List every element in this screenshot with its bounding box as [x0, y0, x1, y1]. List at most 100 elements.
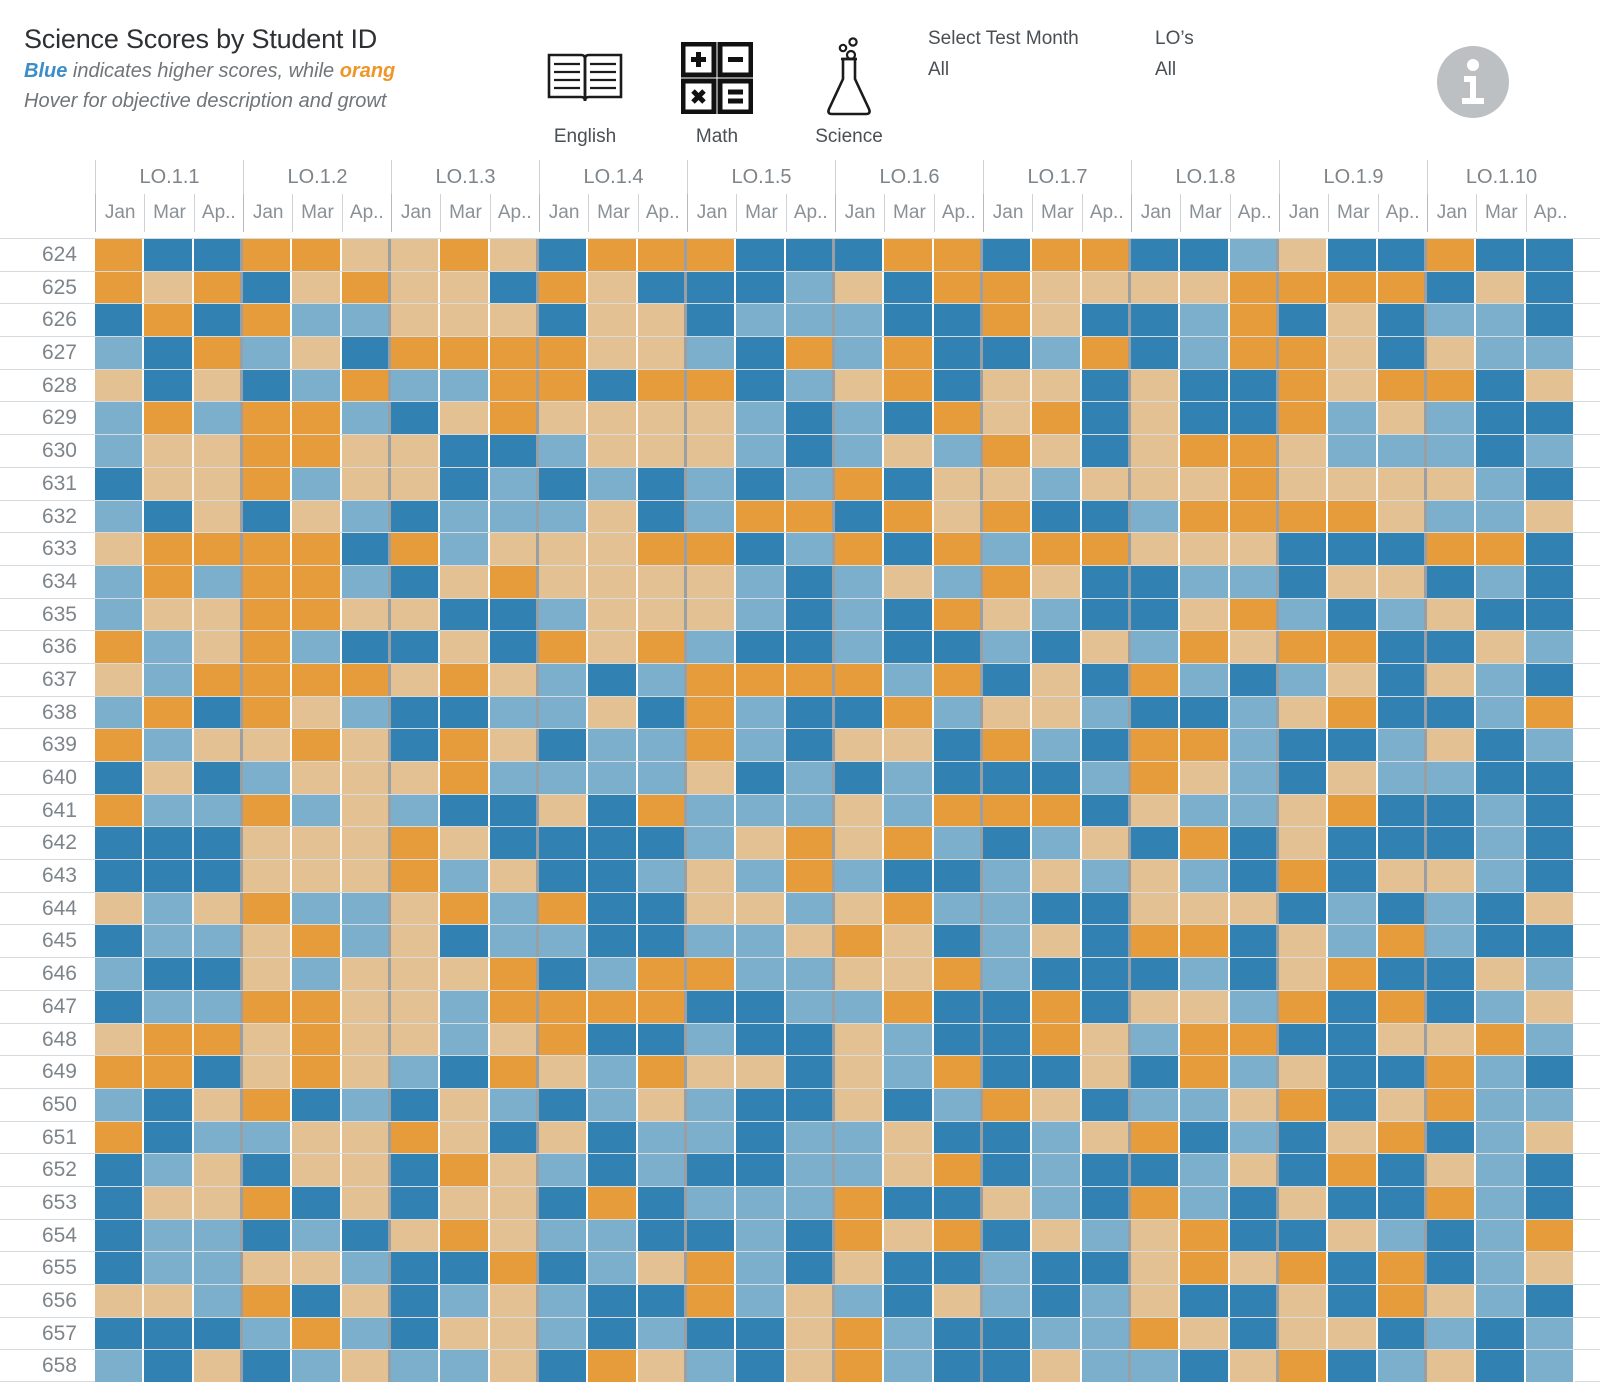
heatmap-cell[interactable] — [1229, 925, 1279, 958]
heatmap-cell[interactable] — [440, 729, 490, 761]
heatmap-cell[interactable] — [686, 1088, 737, 1121]
heatmap-cell[interactable] — [1525, 598, 1575, 631]
heatmap-cell[interactable] — [538, 467, 589, 500]
heatmap-cell[interactable] — [440, 467, 490, 500]
heatmap-cell[interactable] — [292, 533, 342, 565]
heatmap-cell[interactable] — [1525, 304, 1575, 337]
heatmap-cell[interactable] — [144, 1154, 194, 1186]
month-header-LO-1-1-Mar[interactable]: Mar — [144, 194, 193, 232]
lo-header-LO-1-3[interactable]: LO.1.3 — [391, 160, 539, 194]
heatmap-cell[interactable] — [637, 304, 687, 337]
month-header-LO-1-7-Ap[interactable]: Ap.. — [1081, 194, 1131, 232]
heatmap-cell[interactable] — [785, 729, 835, 761]
heatmap-cell[interactable] — [982, 925, 1033, 958]
heatmap-cell[interactable] — [538, 402, 589, 435]
heatmap-cell[interactable] — [1130, 1252, 1181, 1284]
heatmap-cell[interactable] — [1032, 958, 1082, 990]
student-id-label[interactable]: 625 — [0, 272, 95, 304]
heatmap-cell[interactable] — [1377, 1317, 1427, 1350]
heatmap-cell[interactable] — [390, 598, 441, 631]
heatmap-cell[interactable] — [785, 435, 835, 467]
heatmap-cell[interactable] — [982, 533, 1033, 565]
heatmap-cell[interactable] — [982, 271, 1033, 304]
heatmap-cell[interactable] — [1229, 271, 1279, 304]
heatmap-cell[interactable] — [1032, 1121, 1082, 1154]
heatmap-cell[interactable] — [538, 533, 589, 565]
heatmap-cell[interactable] — [292, 958, 342, 990]
heatmap-cell[interactable] — [834, 925, 885, 958]
month-header-LO-1-4-Mar[interactable]: Mar — [588, 194, 637, 232]
heatmap-cell[interactable] — [1180, 990, 1230, 1023]
lo-header-LO-1-1[interactable]: LO.1.1 — [95, 160, 243, 194]
heatmap-cell[interactable] — [736, 304, 786, 337]
heatmap-cell[interactable] — [144, 337, 194, 369]
heatmap-cell[interactable] — [933, 500, 983, 533]
heatmap-cell[interactable] — [1476, 762, 1526, 794]
heatmap-cell[interactable] — [834, 696, 885, 729]
heatmap-cell[interactable] — [144, 1121, 194, 1154]
heatmap-cell[interactable] — [1032, 565, 1082, 598]
heatmap-cell[interactable] — [1032, 990, 1082, 1023]
heatmap-cell[interactable] — [193, 1285, 243, 1317]
heatmap-cell[interactable] — [1081, 565, 1131, 598]
heatmap-cell[interactable] — [193, 958, 243, 990]
month-header-LO-1-5-Mar[interactable]: Mar — [736, 194, 785, 232]
heatmap-cell[interactable] — [292, 1317, 342, 1350]
heatmap-cell[interactable] — [588, 1088, 638, 1121]
month-header-LO-1-8-Ap[interactable]: Ap.. — [1229, 194, 1279, 232]
heatmap-cell[interactable] — [1476, 1056, 1526, 1088]
heatmap-cell[interactable] — [1081, 860, 1131, 892]
student-id-label[interactable]: 649 — [0, 1056, 95, 1088]
heatmap-cell[interactable] — [1130, 1023, 1181, 1056]
heatmap-cell[interactable] — [1426, 533, 1477, 565]
subject-button-science[interactable]: Science — [784, 37, 914, 148]
heatmap-cell[interactable] — [341, 729, 391, 761]
heatmap-cell[interactable] — [1180, 565, 1230, 598]
heatmap-cell[interactable] — [785, 1285, 835, 1317]
heatmap-cell[interactable] — [1130, 794, 1181, 827]
heatmap-cell[interactable] — [1377, 1088, 1427, 1121]
heatmap-cell[interactable] — [933, 1317, 983, 1350]
heatmap-cell[interactable] — [292, 304, 342, 337]
heatmap-cell[interactable] — [736, 533, 786, 565]
heatmap-cell[interactable] — [1525, 500, 1575, 533]
heatmap-cell[interactable] — [1081, 631, 1131, 663]
heatmap-cell[interactable] — [736, 1252, 786, 1284]
heatmap-cell[interactable] — [440, 892, 490, 925]
heatmap-cell[interactable] — [785, 1219, 835, 1252]
heatmap-cell[interactable] — [785, 1350, 835, 1383]
heatmap-cell[interactable] — [933, 1350, 983, 1383]
heatmap-cell[interactable] — [834, 860, 885, 892]
heatmap-cell[interactable] — [1081, 1056, 1131, 1088]
heatmap-cell[interactable] — [1278, 565, 1329, 598]
heatmap-cell[interactable] — [292, 860, 342, 892]
heatmap-cell[interactable] — [341, 827, 391, 860]
heatmap-cell[interactable] — [1426, 827, 1477, 860]
month-header-LO-1-6-Jan[interactable]: Jan — [834, 194, 884, 232]
subject-button-english[interactable]: English — [520, 38, 650, 148]
heatmap-cell[interactable] — [1476, 1121, 1526, 1154]
heatmap-cell[interactable] — [292, 1219, 342, 1252]
heatmap-cell[interactable] — [95, 990, 145, 1023]
heatmap-cell[interactable] — [686, 369, 737, 402]
heatmap-cell[interactable] — [95, 1154, 145, 1186]
heatmap-cell[interactable] — [785, 304, 835, 337]
heatmap-cell[interactable] — [440, 762, 490, 794]
heatmap-cell[interactable] — [1426, 1154, 1477, 1186]
heatmap-cell[interactable] — [884, 663, 934, 696]
heatmap-cell[interactable] — [1032, 794, 1082, 827]
heatmap-cell[interactable] — [193, 729, 243, 761]
heatmap-cell[interactable] — [440, 1252, 490, 1284]
heatmap-cell[interactable] — [884, 925, 934, 958]
heatmap-cell[interactable] — [588, 794, 638, 827]
heatmap-cell[interactable] — [588, 663, 638, 696]
heatmap-cell[interactable] — [884, 1252, 934, 1284]
heatmap-cell[interactable] — [1081, 1023, 1131, 1056]
heatmap-cell[interactable] — [144, 435, 194, 467]
heatmap-cell[interactable] — [489, 631, 539, 663]
heatmap-cell[interactable] — [538, 631, 589, 663]
heatmap-cell[interactable] — [933, 729, 983, 761]
heatmap-cell[interactable] — [242, 827, 293, 860]
heatmap-cell[interactable] — [390, 827, 441, 860]
heatmap-cell[interactable] — [1180, 925, 1230, 958]
